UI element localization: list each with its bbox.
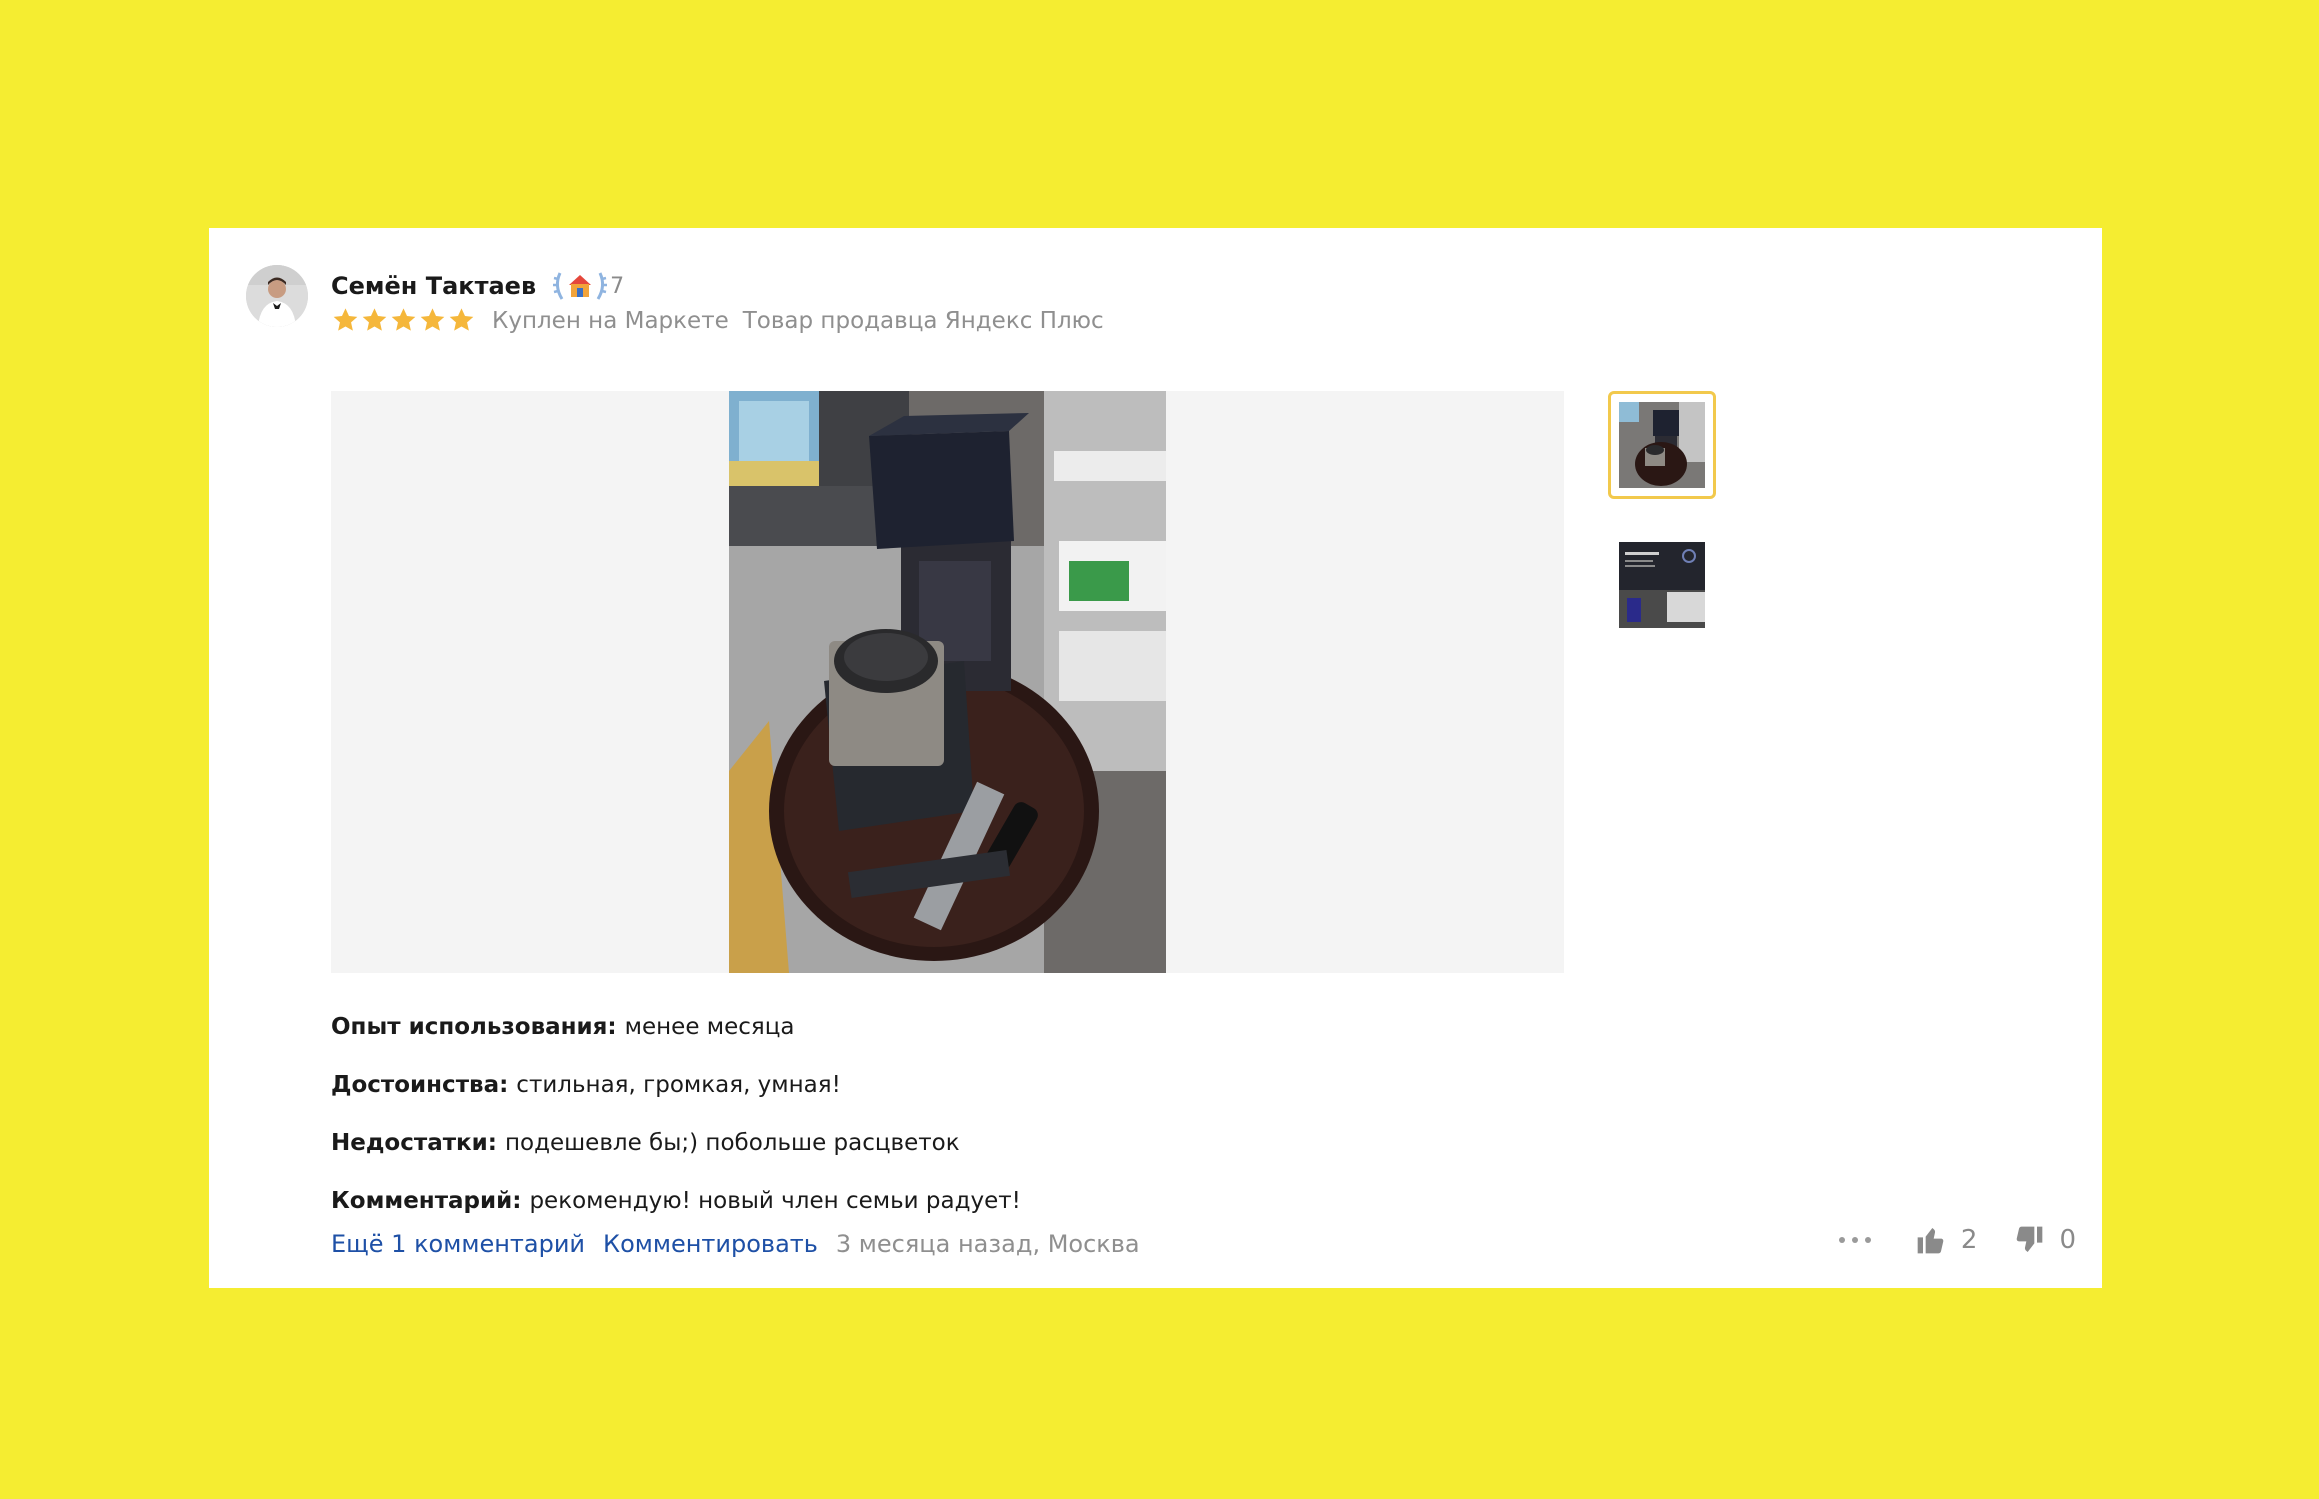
property-value: менее месяца — [624, 1014, 795, 1040]
dot — [1864, 1237, 1871, 1243]
more-comments-link[interactable]: Ещё 1 комментарий — [331, 1230, 585, 1258]
thumb-tv-screen-icon — [1619, 542, 1705, 628]
author-name[interactable]: Семён Тактаев — [331, 272, 536, 300]
review-footer: Ещё 1 комментарий Комментировать 3 месяц… — [331, 1230, 1140, 1258]
thumbnail-2[interactable] — [1619, 542, 1705, 628]
comment-link[interactable]: Комментировать — [603, 1230, 818, 1258]
property-value: рекомендую! новый член семьи радует! — [529, 1188, 1021, 1214]
star-icon — [449, 308, 474, 331]
likes-count: 2 — [1960, 1225, 1978, 1255]
review-actions: 2 0 — [1838, 1224, 2076, 1256]
thumb-speaker-box-icon — [1619, 402, 1705, 488]
house-laurel-badge-icon[interactable] — [552, 269, 608, 303]
dislikes-count: 0 — [2059, 1225, 2076, 1255]
more-options-icon[interactable] — [1838, 1237, 1871, 1243]
rating-stars — [331, 306, 476, 335]
property-label: Комментарий: — [331, 1188, 522, 1214]
star-icon — [391, 308, 416, 331]
seller-label: Товар продавца Яндекс Плюс — [742, 307, 1104, 334]
dot — [1838, 1237, 1845, 1243]
star-icon — [362, 308, 387, 331]
property-label: Достоинства: — [331, 1072, 509, 1098]
meta-row: Куплен на Маркете Товар продавца Яндекс … — [331, 306, 1104, 335]
author-level: 7 — [610, 273, 625, 299]
date-location: 3 месяца назад, Москва — [835, 1230, 1140, 1258]
user-avatar-icon — [246, 265, 308, 327]
review-card: Семён Тактаев 7 Куплен на Маркете Товар … — [209, 228, 2102, 1288]
property-pros: Достоинства: стильная, громкая, умная! — [331, 1056, 1021, 1114]
review-properties: Опыт использования: менее месяца Достоинс… — [331, 998, 1021, 1230]
property-comment: Комментарий: рекомендую! новый член семьи… — [331, 1172, 1021, 1230]
photo-viewer — [331, 391, 1564, 973]
author-line: Семён Тактаев 7 — [331, 269, 624, 303]
property-label: Недостатки: — [331, 1130, 497, 1156]
thumbnail-1[interactable] — [1619, 402, 1705, 488]
thumbs-up-icon[interactable] — [1915, 1224, 1947, 1256]
purchased-label: Куплен на Маркете — [492, 307, 729, 334]
property-value: подешевле бы;) побольше расцветок — [504, 1130, 960, 1156]
author-avatar[interactable] — [246, 265, 308, 327]
star-icon — [420, 308, 445, 331]
property-usage: Опыт использования: менее месяца — [331, 998, 1021, 1056]
property-cons: Недостатки: подешевле бы;) побольше расцв… — [331, 1114, 1021, 1172]
star-icon — [333, 308, 358, 331]
thumbs-down-icon[interactable] — [2013, 1224, 2045, 1256]
dot — [1851, 1237, 1858, 1243]
property-value: стильная, громкая, умная! — [516, 1072, 841, 1098]
review-photo-speaker-box-icon — [729, 391, 1166, 973]
property-label: Опыт использования: — [331, 1014, 617, 1040]
review-photo[interactable] — [729, 391, 1166, 973]
